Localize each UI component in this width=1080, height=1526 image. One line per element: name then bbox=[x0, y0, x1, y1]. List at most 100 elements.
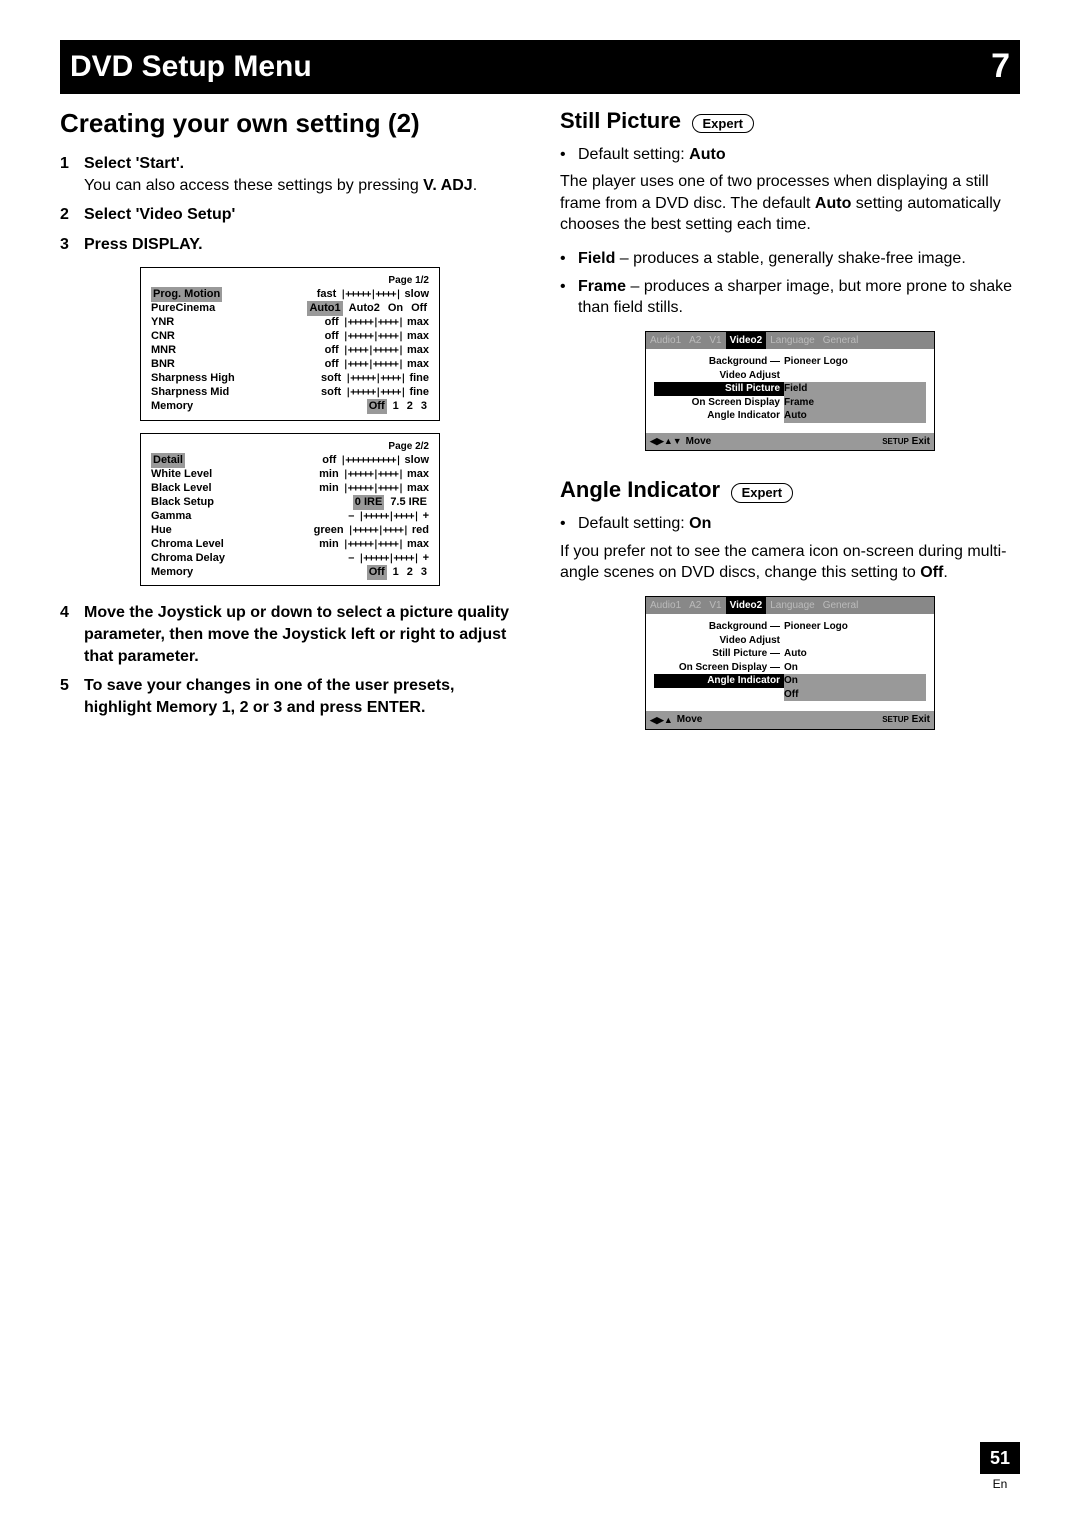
default-label: Default setting: bbox=[578, 515, 689, 532]
chapter-title: DVD Setup Menu bbox=[70, 47, 312, 88]
bullet-term: Field bbox=[578, 250, 615, 267]
setup-key: Video Adjust bbox=[654, 634, 784, 648]
expert-badge: Expert bbox=[692, 114, 754, 134]
chapter-number: 7 bbox=[991, 44, 1010, 90]
default-value: Auto bbox=[689, 146, 725, 163]
left-column: Creating your own setting (2) 1 Select '… bbox=[60, 106, 520, 754]
bullet-icon: • bbox=[560, 276, 578, 319]
move-label: Move bbox=[686, 435, 712, 449]
default-label: Default setting: bbox=[578, 146, 689, 163]
osd-param-label: BNR bbox=[151, 357, 175, 372]
osd-param-label: PureCinema bbox=[151, 301, 215, 316]
osd-param-label: Chroma Delay bbox=[151, 551, 225, 566]
setup-key: Angle Indicator bbox=[654, 674, 784, 688]
osd-page-label: Page 1/2 bbox=[151, 274, 429, 288]
step-number: 1 bbox=[60, 153, 84, 196]
bullet-icon: • bbox=[560, 513, 578, 535]
step-number: 5 bbox=[60, 675, 84, 718]
osd-page-1: Page 1/2 Prog. Motion fast|+++++|++++|slo… bbox=[140, 267, 440, 421]
setup-key: Still Picture — bbox=[654, 647, 784, 661]
setup-tab: Video2 bbox=[726, 597, 767, 615]
osd-param-value: off|+++++|++++|max bbox=[325, 315, 429, 330]
step-2: 2 Select 'Video Setup' bbox=[60, 204, 520, 226]
setup-label: SETUP bbox=[882, 715, 909, 724]
osd-param-value: fast|+++++|++++|slow bbox=[317, 287, 429, 302]
osd-param-label: Prog. Motion bbox=[151, 287, 222, 302]
setup-key: Angle Indicator bbox=[654, 409, 784, 423]
setup-key: Video Adjust bbox=[654, 369, 784, 383]
setup-tab: V1 bbox=[705, 597, 725, 615]
setup-value: Pioneer Logo bbox=[784, 620, 926, 634]
right-column: Still Picture Expert • Default setting: … bbox=[560, 106, 1020, 754]
step-5: 5 To save your changes in one of the use… bbox=[60, 675, 520, 718]
setup-value: On bbox=[784, 674, 926, 688]
step-4: 4 Move the Joystick up or down to select… bbox=[60, 602, 520, 667]
setup-key bbox=[654, 688, 784, 702]
osd-param-label: CNR bbox=[151, 329, 175, 344]
osd-param-label: Detail bbox=[151, 453, 185, 468]
osd-param-label: Memory bbox=[151, 565, 193, 580]
page-footer: 51 En bbox=[980, 1442, 1020, 1492]
osd-param-label: Black Level bbox=[151, 481, 212, 496]
setup-tab: Audio1 bbox=[646, 332, 685, 350]
step-number: 2 bbox=[60, 204, 84, 226]
setup-value: Auto bbox=[784, 409, 926, 423]
osd-param-value: soft|+++++|++++|fine bbox=[321, 371, 429, 386]
angle-indicator-section: Angle Indicator Expert • Default setting… bbox=[560, 475, 1020, 729]
setup-key: On Screen Display — bbox=[654, 661, 784, 675]
exit-label: Exit bbox=[912, 714, 930, 725]
setup-tab: General bbox=[819, 597, 863, 615]
osd-param-label: White Level bbox=[151, 467, 212, 482]
osd-param-value: off|++++|+++++|max bbox=[325, 343, 429, 358]
expert-badge: Expert bbox=[731, 483, 793, 503]
osd-param-value: off|++++++++++|slow bbox=[322, 453, 429, 468]
osd-param-value: Off123 bbox=[367, 399, 429, 414]
step-1: 1 Select 'Start'. You can also access th… bbox=[60, 153, 520, 196]
exit-label: Exit bbox=[912, 436, 930, 447]
setup-key: Still Picture bbox=[654, 382, 784, 396]
setup-value: Pioneer Logo bbox=[784, 355, 926, 369]
osd-param-value: min|+++++|++++|max bbox=[319, 481, 429, 496]
osd-page-2: Page 2/2 Detail off|++++++++++|slow White … bbox=[140, 433, 440, 587]
step-title: To save your changes in one of the user … bbox=[84, 677, 454, 716]
setup-key: Background — bbox=[654, 355, 784, 369]
setup-screen-angle: Audio1A2V1Video2LanguageGeneral Backgrou… bbox=[645, 596, 935, 730]
setup-screen-still: Audio1A2V1Video2LanguageGeneral Backgrou… bbox=[645, 331, 935, 452]
setup-tab: V1 bbox=[705, 332, 725, 350]
osd-param-value: off|+++++|++++|max bbox=[325, 329, 429, 344]
paragraph: If you prefer not to see the camera icon… bbox=[560, 541, 1020, 584]
step-text: You can also access these settings by pr… bbox=[84, 177, 423, 194]
bullet-icon: • bbox=[560, 144, 578, 166]
hotkey: V. ADJ bbox=[423, 177, 473, 194]
setup-tab: Language bbox=[766, 332, 819, 350]
osd-param-value: min|+++++|++++|max bbox=[319, 537, 429, 552]
bullet-term: Frame bbox=[578, 278, 626, 295]
step-3: 3 Press DISPLAY. bbox=[60, 234, 520, 256]
setup-tab: A2 bbox=[685, 597, 705, 615]
osd-param-value: –|+++++|++++|+ bbox=[348, 551, 429, 566]
setup-value: Field bbox=[784, 382, 926, 396]
bullet-text: – produces a stable, generally shake-fre… bbox=[615, 250, 965, 267]
osd-param-value: green|+++++|++++|red bbox=[314, 523, 429, 538]
bullet-icon: • bbox=[560, 248, 578, 270]
setup-key: Background — bbox=[654, 620, 784, 634]
step-number: 3 bbox=[60, 234, 84, 256]
move-label: Move bbox=[677, 713, 703, 727]
nav-arrows-icon: ◀▶▲ bbox=[650, 714, 673, 726]
osd-page-label: Page 2/2 bbox=[151, 440, 429, 454]
osd-param-label: Sharpness Mid bbox=[151, 385, 229, 400]
section-heading: Angle Indicator bbox=[560, 477, 720, 502]
chapter-header: DVD Setup Menu 7 bbox=[60, 40, 1020, 94]
page-number: 51 bbox=[980, 1442, 1020, 1474]
osd-param-value: soft|+++++|++++|fine bbox=[321, 385, 429, 400]
setup-label: SETUP bbox=[882, 437, 909, 446]
osd-param-label: Memory bbox=[151, 399, 193, 414]
paragraph: The player uses one of two processes whe… bbox=[560, 171, 1020, 236]
section-heading: Still Picture bbox=[560, 108, 681, 133]
setup-value: Auto bbox=[784, 647, 926, 661]
osd-param-value: Off123 bbox=[367, 565, 429, 580]
setup-tab: Video2 bbox=[726, 332, 767, 350]
setup-value: Off bbox=[784, 688, 926, 702]
osd-param-label: Chroma Level bbox=[151, 537, 224, 552]
setup-tab: A2 bbox=[685, 332, 705, 350]
